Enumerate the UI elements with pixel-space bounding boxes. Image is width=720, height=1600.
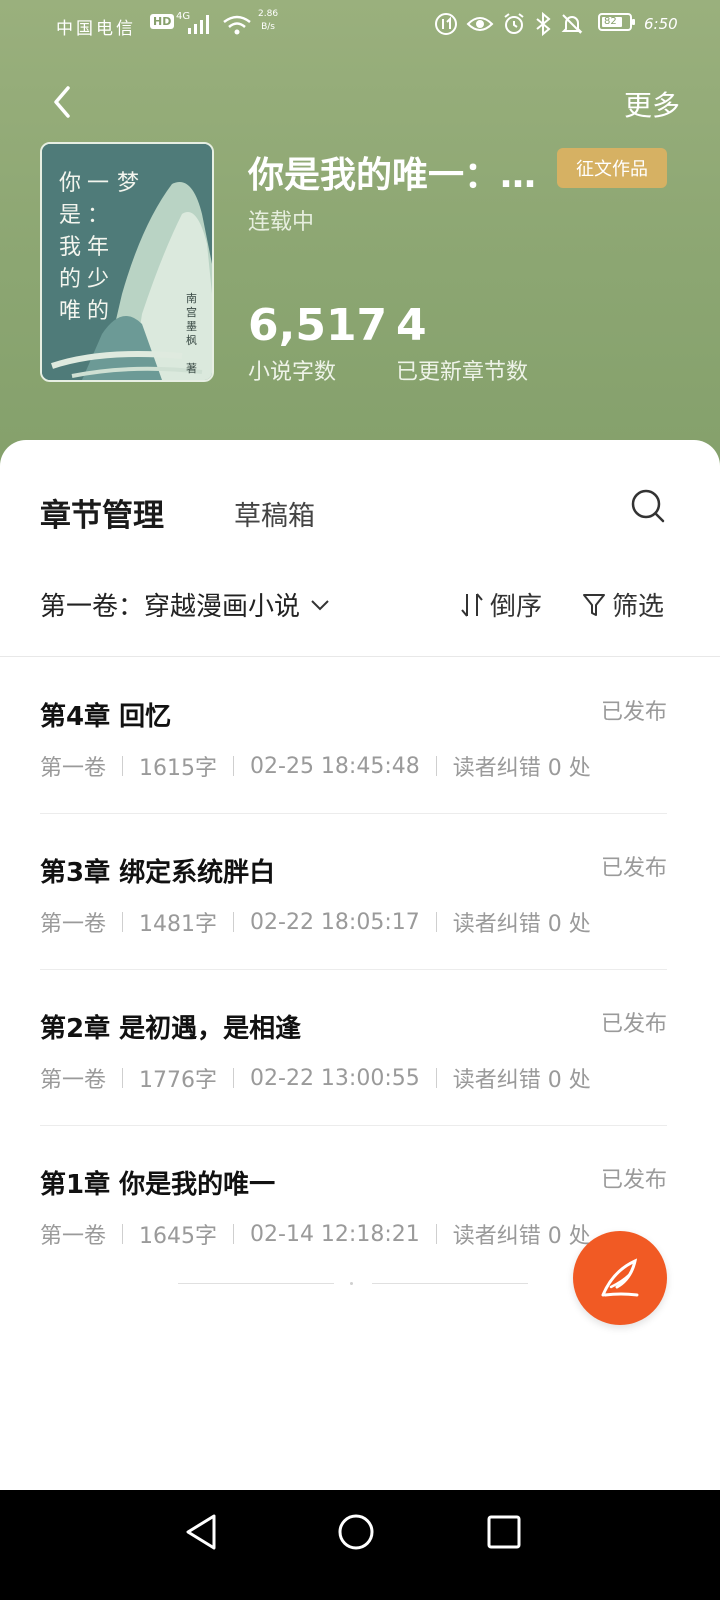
- chapter-errata: 读者纠错 0 处: [452, 1224, 591, 1249]
- more-button[interactable]: 更多: [624, 84, 680, 124]
- tab-chapter-management[interactable]: 章节管理: [40, 490, 164, 535]
- chapter-row[interactable]: 第4章 回忆 已发布 第一卷 1615字 02-25 18:45:48 读者纠错…: [40, 658, 667, 814]
- word-count-label: 小说字数: [248, 360, 337, 385]
- chapter-time: 02-22 13:00:55: [250, 1065, 420, 1091]
- cover-title-col-3: 梦: [116, 171, 139, 196]
- clock: 6:50: [644, 15, 678, 33]
- quill-pen-icon: [601, 1258, 639, 1297]
- alarm-icon: [504, 13, 524, 34]
- speed-value: 2.86: [258, 9, 279, 19]
- battery-icon: 82: [598, 13, 635, 31]
- cover-title-col-2: 一：年少的: [86, 171, 109, 324]
- end-of-list-marker: [178, 1282, 528, 1286]
- chapter-row[interactable]: 第3章 绑定系统胖白 已发布 第一卷 1481字 02-22 18:05:17 …: [40, 814, 667, 970]
- filter-button[interactable]: 筛选: [582, 586, 664, 623]
- hd-badge: HD: [150, 14, 175, 29]
- contest-badge: 征文作品: [557, 148, 667, 188]
- divider: [0, 656, 720, 657]
- chapter-status: 已发布: [600, 1168, 667, 1193]
- status-bar: 中国电信 HD 4G 2.86 B/s 82 6:50: [0, 0, 720, 50]
- system-nav-bar: [0, 1490, 720, 1600]
- sort-icon: [461, 592, 483, 617]
- data-saver-icon: [435, 13, 457, 35]
- chapter-title: 第1章 你是我的唯一: [40, 1170, 276, 1200]
- chapter-status: 已发布: [600, 856, 667, 881]
- chapter-title: 第2章 是初遇，是相逢: [40, 1014, 302, 1044]
- eye-icon: [466, 17, 494, 31]
- chapter-errata: 读者纠错 0 处: [452, 1068, 591, 1093]
- carrier-label: 中国电信: [56, 19, 136, 39]
- chapter-count-label: 已更新章节数: [396, 360, 529, 385]
- tab-drafts[interactable]: 草稿箱: [234, 494, 315, 533]
- nav-recents-icon[interactable]: [486, 1512, 522, 1552]
- chapter-words: 1645字: [139, 1224, 218, 1249]
- book-header: 中国电信 HD 4G 2.86 B/s 82 6:50 更多 你 是 我 的 唯…: [0, 0, 720, 480]
- write-chapter-button[interactable]: [573, 1231, 667, 1325]
- book-cover[interactable]: 你是我的唯 一：年少的 梦 南宫墨枫著: [40, 142, 214, 382]
- chapter-row[interactable]: 第2章 是初遇，是相逢 已发布 第一卷 1776字 02-22 13:00:55…: [40, 970, 667, 1126]
- serial-status: 连载中: [248, 210, 315, 235]
- nav-back-icon[interactable]: [184, 1512, 220, 1552]
- search-icon[interactable]: [630, 488, 666, 524]
- chapter-sheet: 章节管理 草稿箱 第一卷：穿越漫画小说 倒序 筛选 第4章 回忆 已发布 第一卷…: [0, 440, 720, 1520]
- signal-icon: [188, 15, 209, 34]
- chapter-errata: 读者纠错 0 处: [452, 756, 591, 781]
- chapter-volume: 第一卷: [40, 1224, 107, 1249]
- back-button[interactable]: [48, 84, 80, 120]
- chapter-words: 1776字: [139, 1068, 218, 1093]
- volume-selector[interactable]: 第一卷：穿越漫画小说: [40, 586, 330, 623]
- volume-label: 第一卷：穿越漫画小说: [40, 592, 301, 622]
- speed-unit: B/s: [261, 22, 275, 32]
- chapter-title: 第3章 绑定系统胖白: [40, 858, 276, 888]
- chapter-words: 1481字: [139, 912, 218, 937]
- nav-home-icon[interactable]: [336, 1512, 376, 1552]
- network-speed: 2.86 B/s: [258, 8, 278, 34]
- book-title: 你是我的唯一：…: [248, 155, 537, 196]
- chapter-words: 1615字: [139, 756, 218, 781]
- mute-icon: [561, 14, 583, 34]
- word-count: 6,517: [248, 300, 388, 351]
- chapter-status: 已发布: [600, 700, 667, 725]
- chapter-meta: 第一卷 1615字 02-25 18:45:48 读者纠错 0 处: [40, 750, 591, 782]
- chapter-time: 02-25 18:45:48: [250, 753, 420, 779]
- chapter-title: 第4章 回忆: [40, 702, 172, 732]
- chapter-status: 已发布: [600, 1012, 667, 1037]
- chapter-meta: 第一卷 1776字 02-22 13:00:55 读者纠错 0 处: [40, 1062, 591, 1094]
- chapter-volume: 第一卷: [40, 1068, 107, 1093]
- chapter-meta: 第一卷 1645字 02-14 12:18:21 读者纠错 0 处: [40, 1218, 591, 1250]
- cover-title-col-1: 你是我的唯: [58, 171, 81, 324]
- filter-label: 筛选: [612, 592, 665, 622]
- chapter-volume: 第一卷: [40, 756, 107, 781]
- chapter-time: 02-22 18:05:17: [250, 909, 420, 935]
- chapter-meta: 第一卷 1481字 02-22 18:05:17 读者纠错 0 处: [40, 906, 591, 938]
- sort-button[interactable]: 倒序: [460, 586, 542, 623]
- chapter-count: 4: [396, 300, 427, 351]
- chapter-errata: 读者纠错 0 处: [452, 912, 591, 937]
- chevron-down-icon: [311, 599, 329, 610]
- cover-author: 南宫墨枫著: [186, 292, 197, 375]
- chapter-volume: 第一卷: [40, 912, 107, 937]
- status-icons: [434, 12, 584, 36]
- bluetooth-icon: [536, 12, 551, 36]
- sort-label: 倒序: [490, 592, 543, 622]
- filter-icon: [583, 593, 605, 616]
- wifi-icon: [223, 15, 251, 35]
- battery-level: 82: [604, 16, 617, 27]
- chapter-time: 02-14 12:18:21: [250, 1221, 420, 1247]
